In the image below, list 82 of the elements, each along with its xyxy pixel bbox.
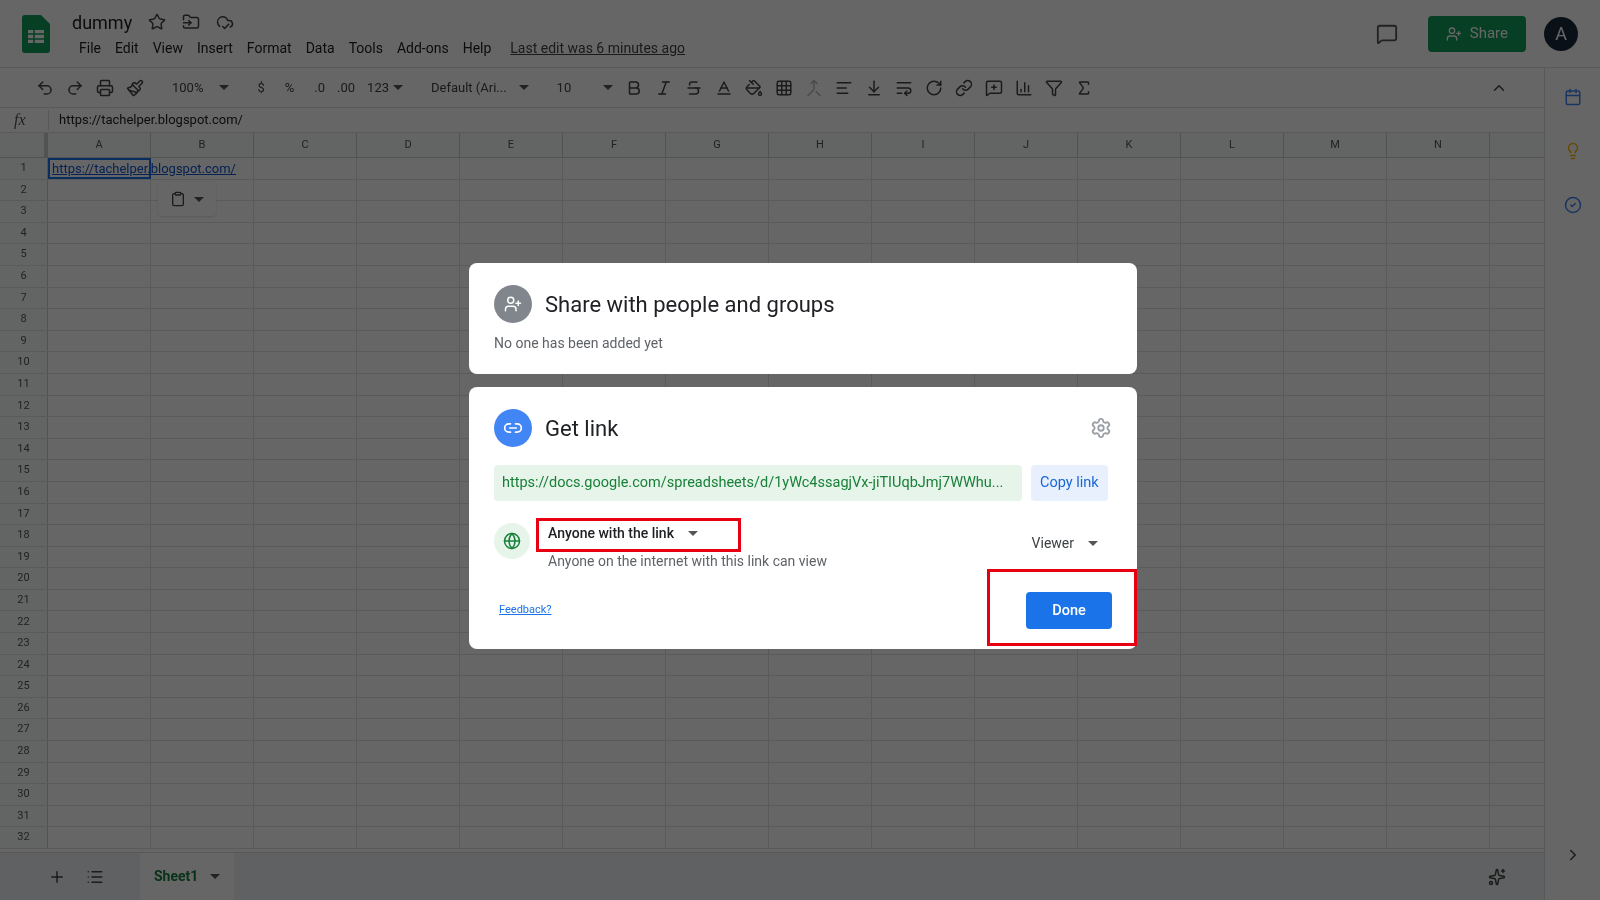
column-header[interactable]: A — [48, 133, 151, 157]
comment-add-icon[interactable] — [985, 78, 1004, 97]
currency-format[interactable]: $ — [257, 77, 265, 98]
font-select[interactable]: Default (Ari... — [431, 77, 529, 98]
column-header[interactable]: L — [1181, 133, 1284, 157]
fx-label: fx — [13, 110, 27, 131]
calendar-icon[interactable] — [1563, 88, 1582, 106]
menu-item[interactable]: Insert — [189, 37, 240, 59]
increase-decimals[interactable]: .00 — [337, 77, 356, 98]
tasks-icon[interactable] — [1563, 196, 1582, 214]
paint-format-icon[interactable] — [126, 78, 144, 97]
caret-icon — [1088, 541, 1098, 546]
rotate-icon[interactable] — [925, 78, 944, 97]
text-color-icon[interactable] — [715, 78, 734, 97]
chart-icon[interactable] — [1015, 78, 1034, 97]
access-description: Anyone on the internet with this link can view — [548, 552, 827, 571]
menu-item[interactable]: Add-ons — [389, 37, 456, 59]
column-header[interactable]: N — [1387, 133, 1490, 157]
folder-icon[interactable] — [182, 13, 201, 31]
link-url-field[interactable]: https://docs.google.com/spreadsheets/d/1yWc4ssagjVx-jiTIUqbJmj7WWhu... — [494, 465, 1022, 501]
clipboard-icon — [170, 191, 186, 207]
link-icon[interactable] — [955, 78, 974, 97]
strikethrough-icon[interactable] — [685, 78, 704, 97]
caret-icon — [393, 85, 403, 90]
menu-item[interactable]: Tools — [341, 37, 390, 59]
font-size-select[interactable]: 10 — [556, 77, 614, 98]
print-icon[interactable] — [96, 78, 114, 97]
column-header[interactable]: B — [151, 133, 254, 157]
done-button[interactable]: Done — [1026, 592, 1112, 629]
cloud-icon[interactable] — [216, 13, 235, 31]
role-dropdown[interactable]: Viewer — [1031, 533, 1098, 554]
settings-icon[interactable] — [1090, 417, 1112, 439]
column-header[interactable]: G — [666, 133, 769, 157]
add-people-icon — [494, 285, 532, 323]
link-icon — [494, 409, 532, 447]
menu-item[interactable]: Edit — [108, 37, 146, 59]
fill-color-icon[interactable] — [745, 78, 764, 97]
caret-icon — [603, 85, 614, 90]
dialog-title: Get link — [545, 414, 619, 443]
column-header[interactable]: F — [563, 133, 666, 157]
column-header[interactable]: K — [1078, 133, 1181, 157]
column-header[interactable]: D — [357, 133, 460, 157]
copy-link-button[interactable]: Copy link — [1031, 465, 1108, 501]
borders-icon[interactable] — [775, 78, 794, 97]
zoom-select[interactable]: 100% — [172, 77, 230, 98]
caret-icon — [194, 196, 204, 202]
caret-icon — [219, 85, 230, 90]
paste-options-chip[interactable] — [158, 182, 216, 216]
share-button[interactable]: Share — [1427, 15, 1526, 52]
column-header[interactable]: E — [460, 133, 563, 157]
decrease-decimals[interactable]: .0 — [314, 77, 326, 98]
globe-icon — [494, 523, 530, 559]
people-note: No one has been added yet — [494, 334, 664, 353]
undo-icon[interactable] — [36, 78, 54, 97]
redo-icon[interactable] — [66, 78, 84, 97]
sheet-tab[interactable]: Sheet1 — [140, 853, 235, 900]
caret-icon — [687, 531, 698, 536]
more-formats[interactable]: 123 — [367, 77, 403, 98]
filter-icon[interactable] — [1045, 78, 1064, 97]
star-icon[interactable] — [148, 13, 167, 31]
column-header[interactable]: J — [975, 133, 1078, 157]
sheets-logo[interactable] — [22, 14, 50, 53]
column-header[interactable]: M — [1284, 133, 1387, 157]
formula-field[interactable]: https://tachelper.blogspot.com/ — [48, 110, 243, 130]
last-edit-link[interactable]: Last edit was 6 minutes ago — [510, 37, 685, 59]
caret-icon — [518, 85, 529, 90]
comments-icon[interactable] — [1375, 22, 1398, 45]
percent-format[interactable]: % — [284, 77, 295, 98]
access-dropdown[interactable]: Anyone with the link — [548, 523, 827, 544]
menu-item[interactable]: Data — [298, 37, 342, 59]
column-header[interactable]: C — [254, 133, 357, 157]
feedback-link[interactable]: Feedback? — [499, 602, 552, 619]
person-icon — [1445, 25, 1462, 42]
caret-icon — [210, 874, 221, 879]
menu-item[interactable]: Format — [239, 37, 299, 59]
document-title[interactable]: dummy — [72, 8, 133, 36]
dialog-title: Share with people and groups — [545, 290, 835, 319]
column-header[interactable]: H — [769, 133, 872, 157]
menu-item[interactable]: File — [72, 37, 108, 59]
menu-item[interactable]: Help — [455, 37, 499, 59]
menu-item[interactable]: View — [145, 37, 190, 59]
avatar[interactable]: A — [1544, 16, 1578, 51]
